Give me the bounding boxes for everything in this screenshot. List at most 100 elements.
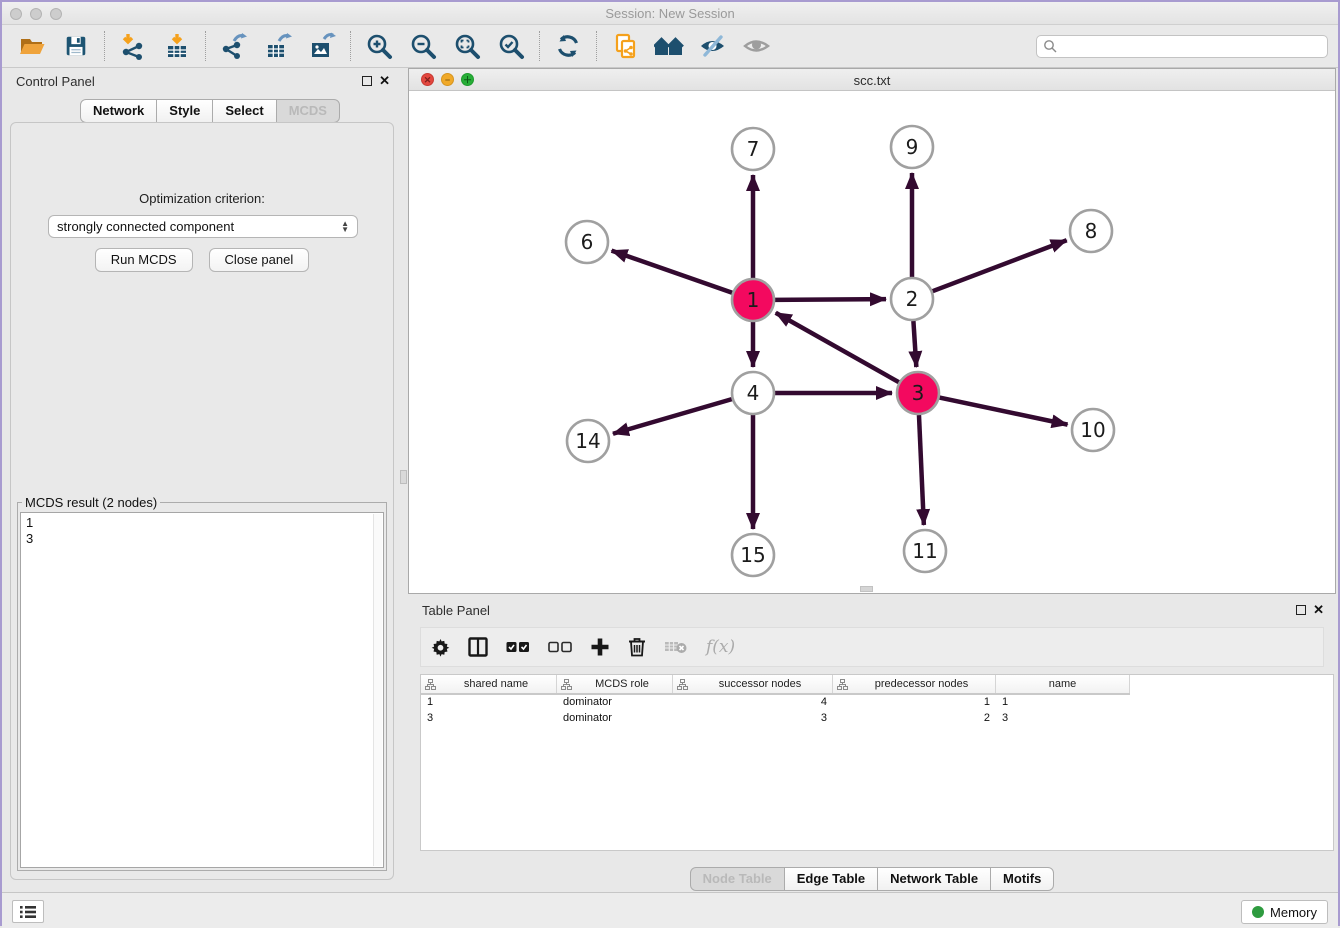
float-panel-icon[interactable]: [362, 76, 372, 86]
run-mcds-button[interactable]: Run MCDS: [95, 248, 193, 272]
network-canvas[interactable]: 7 9 6 8 1 2 4 3 14 10 15 11: [409, 91, 1335, 593]
table-cell[interactable]: 2: [833, 711, 996, 727]
svg-text:8: 8: [1085, 219, 1098, 243]
table-row[interactable]: 1dominator411: [421, 695, 1333, 711]
node-10[interactable]: 10: [1072, 409, 1114, 451]
result-scrollbar[interactable]: [373, 514, 382, 866]
column-header-name[interactable]: name: [996, 675, 1130, 693]
import-network-icon[interactable]: [118, 31, 148, 61]
add-row-icon[interactable]: [590, 635, 610, 659]
node-9[interactable]: 9: [891, 126, 933, 168]
function-builder-icon: f(x): [706, 635, 735, 659]
tab-network-table[interactable]: Network Table: [877, 867, 991, 891]
task-history-button[interactable]: [12, 900, 44, 923]
table-cell[interactable]: 3: [421, 711, 557, 727]
node-2[interactable]: 2: [891, 278, 933, 320]
close-panel-icon[interactable]: ✕: [379, 73, 390, 89]
table-cell[interactable]: 1: [996, 695, 1130, 711]
close-panel-button[interactable]: Close panel: [209, 248, 310, 272]
tab-motifs[interactable]: Motifs: [990, 867, 1054, 891]
optimization-criterion-dropdown[interactable]: strongly connected component ▲▼: [48, 215, 358, 238]
table-row[interactable]: 3dominator323: [421, 711, 1333, 727]
edge-3-1[interactable]: [776, 313, 899, 382]
edge-1-6[interactable]: [612, 251, 733, 293]
save-session-icon[interactable]: [61, 31, 91, 61]
table-cell[interactable]: 4: [673, 695, 833, 711]
export-image-icon[interactable]: [307, 31, 337, 61]
dropdown-stepper-icon: ▲▼: [341, 221, 349, 233]
tab-mcds[interactable]: MCDS: [276, 99, 340, 123]
column-header-successor-nodes[interactable]: successor nodes: [673, 675, 833, 693]
hierarchy-icon: [677, 679, 688, 690]
node-1[interactable]: 1: [732, 279, 774, 321]
edge-2-3[interactable]: [913, 321, 916, 367]
node-15[interactable]: 15: [732, 534, 774, 576]
tab-edge-table[interactable]: Edge Table: [784, 867, 878, 891]
node-14[interactable]: 14: [567, 420, 609, 462]
edge-1-2[interactable]: [775, 299, 886, 300]
table-cell[interactable]: dominator: [557, 711, 673, 727]
node-3[interactable]: 3: [897, 372, 939, 414]
refresh-layout-icon[interactable]: [553, 31, 583, 61]
hide-graphics-details-icon[interactable]: [698, 31, 728, 61]
main-toolbar: [2, 25, 1338, 68]
svg-text:1: 1: [747, 288, 760, 312]
delete-row-icon[interactable]: [628, 635, 646, 659]
show-all-networks-icon[interactable]: [654, 31, 684, 61]
zoom-fit-icon[interactable]: [452, 31, 482, 61]
toolbar-separator: [104, 31, 105, 61]
node-table[interactable]: shared nameMCDS rolesuccessor nodesprede…: [420, 674, 1334, 851]
close-table-panel-icon[interactable]: ✕: [1313, 602, 1324, 618]
search-input[interactable]: [1057, 37, 1327, 55]
edge-3-10[interactable]: [940, 398, 1068, 425]
mcds-result-area[interactable]: 1 3: [20, 512, 384, 868]
open-session-icon[interactable]: [17, 31, 47, 61]
node-8[interactable]: 8: [1070, 210, 1112, 252]
tab-node-table[interactable]: Node Table: [690, 867, 785, 891]
panel-splitter-handle[interactable]: [400, 470, 407, 484]
table-cell[interactable]: 1: [421, 695, 557, 711]
show-columns-icon[interactable]: [468, 635, 488, 659]
zoom-selected-icon[interactable]: [496, 31, 526, 61]
edge-3-11[interactable]: [919, 415, 924, 525]
node-11[interactable]: 11: [904, 530, 946, 572]
node-6[interactable]: 6: [566, 221, 608, 263]
node-4[interactable]: 4: [732, 372, 774, 414]
svg-text:10: 10: [1080, 418, 1105, 442]
network-hscrollbar-thumb[interactable]: [860, 586, 873, 592]
app-window: Session: New Session: [0, 0, 1340, 926]
import-table-icon[interactable]: [162, 31, 192, 61]
table-cell[interactable]: dominator: [557, 695, 673, 711]
table-options-icon[interactable]: [431, 635, 450, 659]
export-network-icon[interactable]: [219, 31, 249, 61]
zoom-out-icon[interactable]: [408, 31, 438, 61]
tab-network[interactable]: Network: [80, 99, 157, 123]
zoom-in-icon[interactable]: [364, 31, 394, 61]
network-graph[interactable]: 7 9 6 8 1 2 4 3 14 10 15 11: [409, 91, 1335, 593]
tab-select[interactable]: Select: [212, 99, 276, 123]
table-tabs: Node TableEdge TableNetwork TableMotifs: [408, 867, 1336, 891]
column-header-MCDS-role[interactable]: MCDS role: [557, 675, 673, 693]
table-cell[interactable]: 1: [833, 695, 996, 711]
svg-text:9: 9: [906, 135, 919, 159]
svg-text:2: 2: [906, 287, 919, 311]
status-bar: Memory: [2, 892, 1338, 928]
export-table-icon[interactable]: [263, 31, 293, 61]
birds-eye-view-icon[interactable]: [742, 31, 772, 61]
table-cell[interactable]: 3: [996, 711, 1130, 727]
tab-style[interactable]: Style: [156, 99, 213, 123]
deselect-all-icon[interactable]: [548, 635, 572, 659]
node-7[interactable]: 7: [732, 128, 774, 170]
memory-button[interactable]: Memory: [1241, 900, 1328, 924]
window-title: Session: New Session: [2, 6, 1338, 21]
float-table-panel-icon[interactable]: [1296, 605, 1306, 615]
clone-network-icon[interactable]: [610, 31, 640, 61]
column-header-shared-name[interactable]: shared name: [421, 675, 557, 693]
edge-4-14[interactable]: [613, 399, 732, 434]
memory-status-icon: [1252, 906, 1264, 918]
select-all-icon[interactable]: [506, 635, 530, 659]
table-cell[interactable]: 3: [673, 711, 833, 727]
column-header-predecessor-nodes[interactable]: predecessor nodes: [833, 675, 996, 693]
network-view-window: ✕ − ＋ scc.txt 7968124314101511: [408, 68, 1336, 594]
edge-2-8[interactable]: [933, 240, 1067, 291]
